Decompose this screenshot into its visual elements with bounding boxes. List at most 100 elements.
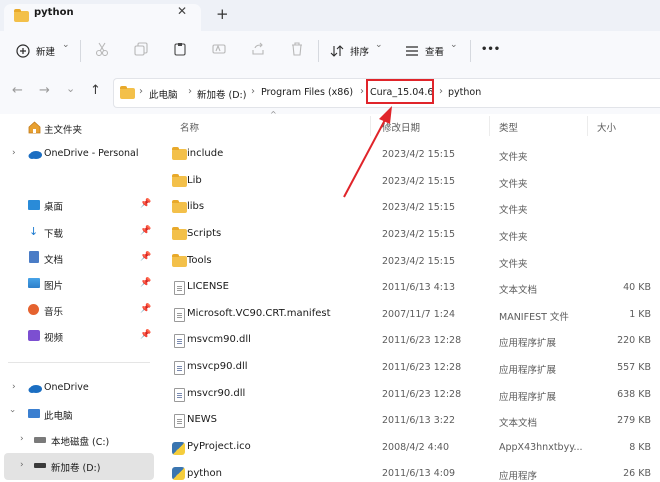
file-name: Tools: [187, 255, 212, 266]
file-name: msvcr90.dll: [187, 388, 246, 399]
toolbar-divider: [470, 40, 471, 62]
sort-button[interactable]: 排序 ⌄: [330, 40, 390, 62]
file-name: Microsoft.VC90.CRT.manifest: [187, 308, 331, 319]
file-modified: 2023/4/2 15:15: [382, 202, 456, 213]
file-modified: 2011/6/13 4:09: [382, 468, 456, 479]
navigation-pane: [0, 114, 158, 480]
new-label: 新建: [36, 47, 56, 58]
chevron-right-icon[interactable]: ›: [20, 434, 24, 444]
pin-icon[interactable]: 📌: [140, 278, 151, 288]
dll-file-icon: [174, 361, 185, 375]
file-type: 文件夹: [499, 232, 528, 243]
file-name: Lib: [187, 175, 202, 186]
python-icon: [172, 442, 185, 455]
plus-circle-icon: [16, 44, 30, 58]
chevron-down-icon: ⌄: [62, 40, 70, 50]
pin-icon[interactable]: 📌: [140, 226, 151, 236]
breadcrumb-program-files[interactable]: Program Files (x86): [261, 87, 353, 98]
file-name: libs: [187, 201, 205, 212]
folder-icon: [172, 200, 187, 213]
file-modified: 2023/4/2 15:15: [382, 229, 456, 240]
chevron-right-icon[interactable]: ›: [12, 382, 16, 392]
breadcrumb-python[interactable]: python: [448, 87, 481, 98]
cut-icon[interactable]: [95, 42, 109, 56]
pin-icon[interactable]: 📌: [140, 199, 151, 209]
sidebar-item-home[interactable]: 主文件夹: [44, 122, 82, 136]
chevron-down-icon: ⌄: [450, 40, 458, 50]
paste-icon[interactable]: [173, 42, 187, 56]
dll-file-icon: [174, 334, 185, 348]
column-divider: [489, 116, 490, 136]
column-header-type[interactable]: 类型: [499, 120, 518, 134]
column-header-size[interactable]: 大小: [597, 120, 616, 134]
file-type: 文件夹: [499, 179, 528, 190]
file-size: 8 KB: [629, 442, 651, 453]
file-type: 文件夹: [499, 152, 528, 163]
up-button[interactable]: ↑: [90, 83, 101, 98]
back-button[interactable]: ←: [12, 83, 23, 98]
file-modified: 2008/4/2 4:40: [382, 442, 450, 453]
chevron-down-icon: ⌄: [375, 40, 383, 50]
folder-icon: [172, 254, 187, 267]
file-size: 638 KB: [617, 389, 651, 400]
chevron-right-icon[interactable]: ›: [20, 460, 24, 470]
sidebar-item-music[interactable]: 音乐: [44, 304, 63, 318]
breadcrumb-new-volume[interactable]: 新加卷 (D:): [197, 87, 246, 101]
column-divider: [587, 116, 588, 136]
file-name: NEWS: [187, 414, 218, 425]
sidebar-item-documents[interactable]: 文档: [44, 252, 63, 266]
sidebar-item-pictures[interactable]: 图片: [44, 278, 63, 292]
more-options-button[interactable]: •••: [481, 44, 500, 55]
pin-icon[interactable]: 📌: [140, 252, 151, 262]
chevron-down-icon[interactable]: ›: [7, 409, 17, 413]
drive-icon: [34, 437, 46, 443]
pin-icon[interactable]: 📌: [140, 330, 151, 340]
close-tab-button[interactable]: ✕: [177, 4, 187, 18]
text-file-icon: [174, 414, 185, 428]
new-tab-button[interactable]: +: [216, 5, 229, 23]
chevron-right-icon[interactable]: ›: [12, 148, 16, 158]
file-size: 26 KB: [623, 468, 651, 479]
cloud-icon: [28, 383, 42, 396]
pictures-icon: [28, 278, 40, 288]
column-header-modified[interactable]: 修改日期: [382, 120, 420, 134]
cloud-icon: [28, 149, 42, 162]
sidebar-item-videos[interactable]: 视频: [44, 330, 63, 344]
breadcrumb-separator: ›: [251, 86, 255, 97]
sort-indicator-icon: ^: [270, 110, 277, 119]
file-modified: 2011/6/13 3:22: [382, 415, 456, 426]
breadcrumb-this-pc[interactable]: 此电脑: [149, 87, 178, 101]
pin-icon[interactable]: 📌: [140, 304, 151, 314]
column-divider: [370, 116, 371, 136]
rename-icon[interactable]: [212, 42, 226, 56]
file-size: 557 KB: [617, 362, 651, 373]
sidebar-item-downloads[interactable]: 下载: [44, 226, 63, 240]
copy-icon[interactable]: [134, 42, 148, 56]
sidebar-item-onedrive-personal[interactable]: OneDrive - Personal: [44, 148, 139, 159]
drive-icon: [34, 463, 46, 468]
recent-locations-button[interactable]: ⌄: [66, 82, 75, 95]
new-button[interactable]: 新建 ⌄: [14, 40, 72, 62]
breadcrumb-separator: ›: [439, 86, 443, 97]
file-modified: 2023/4/2 15:15: [382, 176, 456, 187]
share-icon[interactable]: [251, 42, 265, 56]
delete-icon[interactable]: [290, 42, 304, 56]
dll-file-icon: [174, 388, 185, 402]
sidebar-item-local-disk[interactable]: 本地磁盘 (C:): [51, 434, 109, 448]
file-type: 文本文档: [499, 285, 538, 296]
sidebar-item-this-pc[interactable]: 此电脑: [44, 408, 73, 422]
file-type: 文件夹: [499, 259, 528, 270]
sidebar-item-new-volume[interactable]: 新加卷 (D:): [51, 460, 100, 474]
python-icon: [172, 467, 185, 480]
forward-button[interactable]: →: [39, 83, 50, 98]
file-name: include: [187, 148, 224, 159]
view-label: 查看: [425, 47, 445, 58]
column-header-name[interactable]: 名称: [180, 120, 199, 134]
sidebar-divider: [8, 362, 150, 363]
file-name: python: [187, 468, 222, 479]
sidebar-item-onedrive[interactable]: OneDrive: [44, 382, 89, 393]
view-button[interactable]: 查看 ⌄: [405, 40, 465, 62]
file-size: 1 KB: [629, 309, 651, 320]
sidebar-item-desktop[interactable]: 桌面: [44, 199, 63, 213]
file-icon: [174, 308, 185, 322]
